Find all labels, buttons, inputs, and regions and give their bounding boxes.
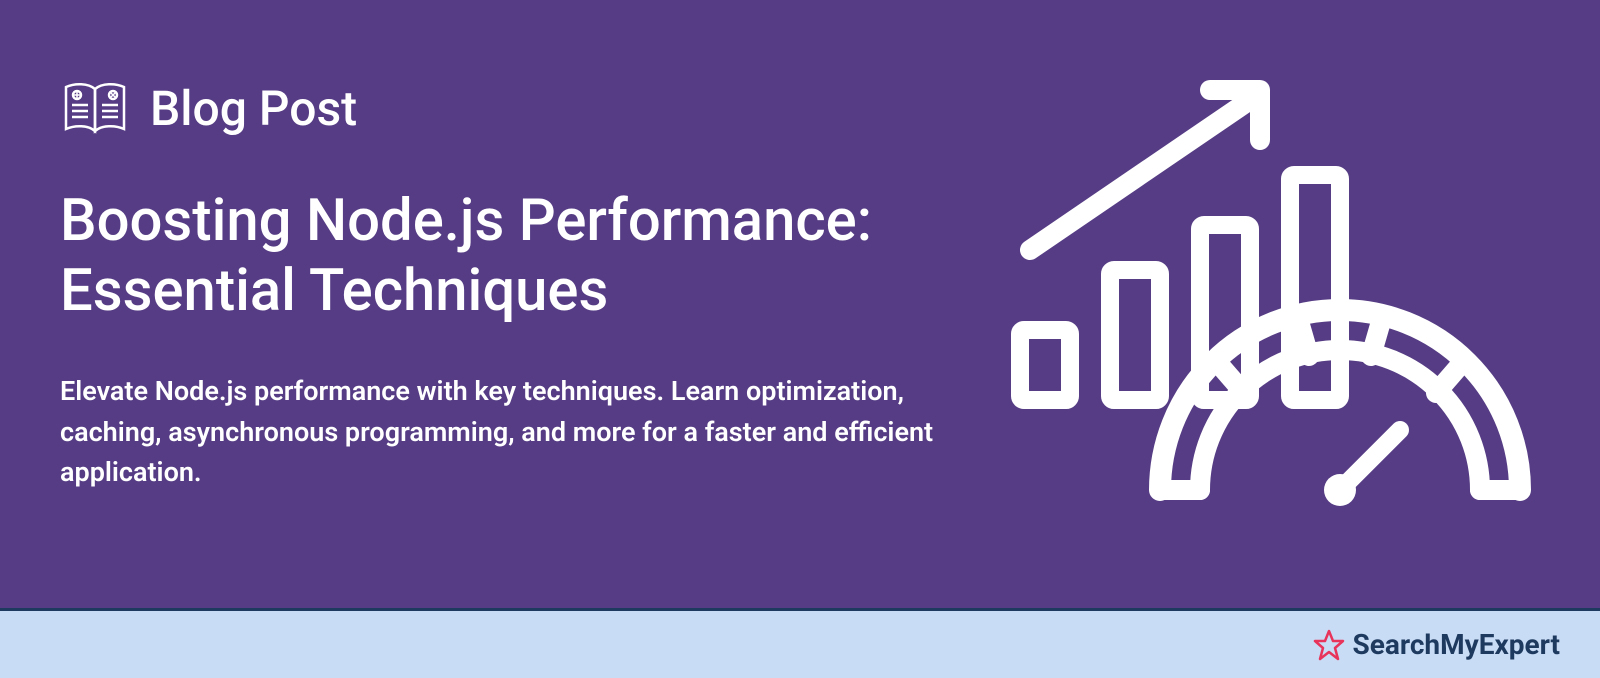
star-icon [1313, 629, 1345, 661]
page-title: Boosting Node.js Performance: Essential … [60, 187, 960, 326]
brand-name: SearchMyExpert [1353, 628, 1561, 661]
category-row: Blog Post [60, 80, 960, 137]
content-area: Blog Post Boosting Node.js Performance: … [60, 80, 960, 548]
book-icon [60, 81, 130, 137]
description-text: Elevate Node.js performance with key tec… [60, 371, 960, 493]
brand-logo: SearchMyExpert [1313, 628, 1561, 661]
footer-bar: SearchMyExpert [0, 608, 1600, 678]
hero-banner: Blog Post Boosting Node.js Performance: … [0, 0, 1600, 608]
category-label: Blog Post [150, 80, 357, 137]
performance-illustration-icon [1000, 70, 1540, 510]
